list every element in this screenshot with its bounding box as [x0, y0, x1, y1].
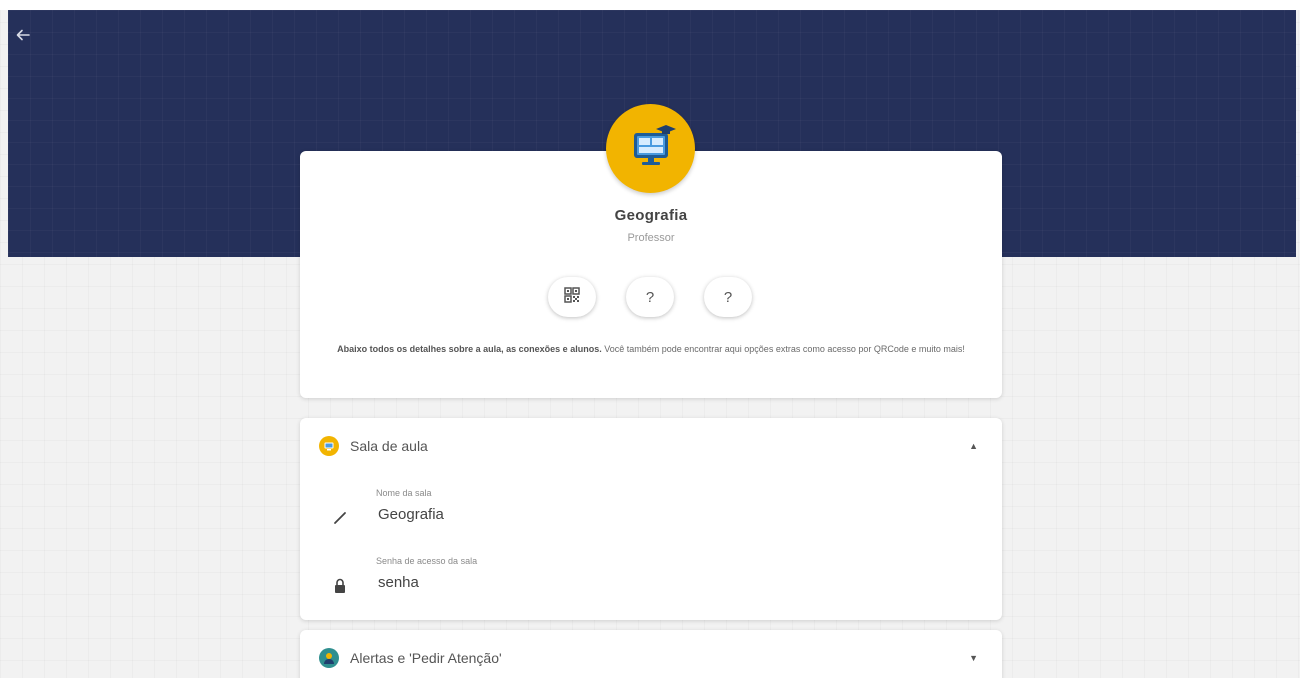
sala-de-aula-title: Sala de aula [350, 438, 428, 454]
alertas-header[interactable]: Alertas e 'Pedir Atenção' ▼ [300, 630, 1002, 678]
back-button[interactable] [12, 26, 34, 48]
description-rest: Você também pode encontrar aqui opções e… [601, 344, 965, 354]
class-title: Geografia [614, 207, 688, 224]
chevron-up-icon[interactable]: ▲ [969, 441, 978, 451]
help-icon: ? [645, 288, 655, 306]
help-icon: ? [723, 288, 733, 306]
qrcode-button[interactable] [548, 277, 596, 317]
arrow-left-icon [16, 28, 30, 47]
pencil-icon [330, 508, 350, 528]
class-role: Professor [627, 232, 675, 244]
chevron-down-icon[interactable]: ▼ [969, 653, 978, 663]
sala-de-aula-panel: Sala de aula ▲ Nome da sala Senha de ace… [300, 418, 1002, 620]
alertas-title: Alertas e 'Pedir Atenção' [350, 650, 502, 666]
description-bold: Abaixo todos os detalhes sobre a aula, a… [337, 344, 602, 354]
lock-icon [330, 576, 350, 596]
room-name-input[interactable] [378, 506, 938, 523]
alert-user-icon [319, 648, 339, 668]
class-description: Abaixo todos os detalhes sobre a aula, a… [330, 344, 972, 355]
room-password-label: Senha de acesso da sala [376, 556, 478, 566]
qrcode-icon [564, 287, 580, 307]
help-button-1[interactable]: ? [626, 277, 674, 317]
class-avatar [606, 104, 695, 193]
alertas-panel: Alertas e 'Pedir Atenção' ▼ [300, 630, 1002, 678]
sala-de-aula-header[interactable]: Sala de aula ▲ [300, 418, 1002, 474]
room-password-field: Senha de acesso da sala [330, 556, 970, 608]
room-name-label: Nome da sala [376, 488, 432, 498]
room-name-field: Nome da sala [330, 488, 970, 540]
room-password-input[interactable] [378, 574, 938, 591]
help-button-2[interactable]: ? [704, 277, 752, 317]
classroom-monitor-icon [626, 121, 676, 176]
classroom-icon [319, 436, 339, 456]
top-strip [0, 0, 1300, 10]
